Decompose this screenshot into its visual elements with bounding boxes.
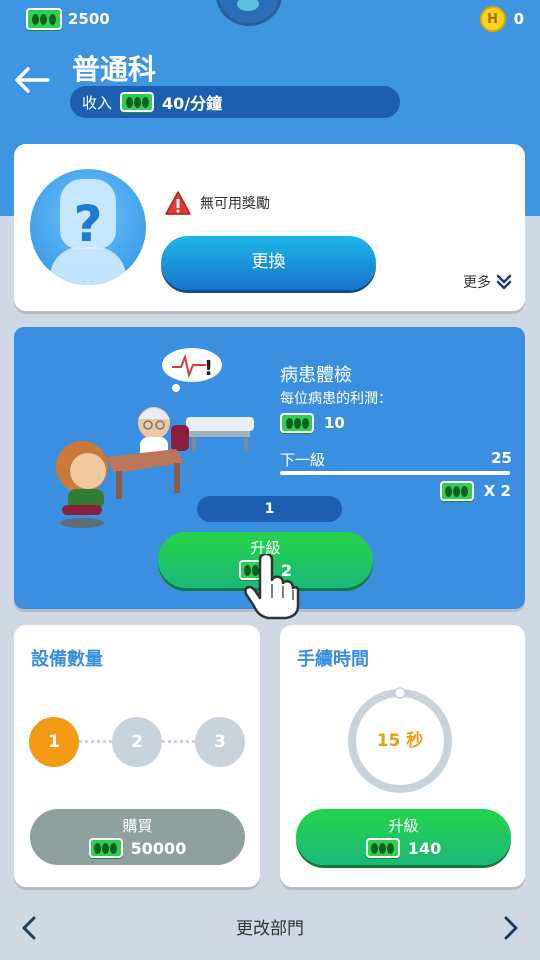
buy-cost-value: 50000 <box>130 838 187 858</box>
time-upgrade-label: 升級 <box>388 817 419 835</box>
equipment-level-2: 2 <box>112 717 162 767</box>
procedure-time-title: 手續時間 <box>297 649 369 670</box>
manager-card: ? 無可用獎勵 更換 更多 <box>14 144 525 311</box>
profit-row: 10 <box>280 413 345 433</box>
buy-cost: 50000 <box>30 838 245 858</box>
time-upgrade-button[interactable]: 升級 140 <box>296 809 511 865</box>
income-label: 收入 <box>82 93 113 112</box>
cash-icon <box>365 838 400 858</box>
previous-department-button[interactable] <box>12 908 48 948</box>
no-reward-text: 無可用獎勵 <box>200 196 270 212</box>
cash-icon <box>280 413 314 433</box>
pointer-hand-icon <box>244 554 300 620</box>
multiplier-value: X 2 <box>483 482 511 500</box>
multiplier-row: X 2 <box>439 481 511 501</box>
more-label: 更多 <box>463 275 491 291</box>
change-manager-button[interactable]: 更換 <box>161 236 376 290</box>
next-level-value: 25 <box>491 449 512 467</box>
manager-avatar[interactable]: ? <box>30 169 146 285</box>
treatment-level: 1 <box>197 496 342 522</box>
income-bar: 收入 40/分鐘 <box>70 86 400 118</box>
change-department-label[interactable]: 更改部門 <box>170 914 370 939</box>
cash-counter: 2500 <box>26 8 110 30</box>
next-level-label: 下一級 <box>280 451 326 469</box>
equipment-title: 設備數量 <box>31 649 103 670</box>
procedure-time-value: 15 秒 <box>376 731 424 751</box>
cash-icon <box>88 838 123 858</box>
treatment-name: 病患體檢 <box>280 365 352 386</box>
department-title: 普通科 <box>72 53 157 86</box>
coin-counter: H 0 <box>479 6 524 32</box>
time-upgrade-cost: 140 <box>296 838 511 858</box>
cash-amount: 2500 <box>68 10 110 28</box>
equipment-card: 設備數量 1 2 3 購買 50000 <box>14 625 260 887</box>
level-connector <box>162 740 195 744</box>
procedure-time-card: 手續時間 15 秒 升級 140 <box>280 625 525 887</box>
profit-value: 10 <box>324 414 345 432</box>
cash-icon <box>120 92 155 112</box>
next-department-button[interactable] <box>492 908 528 948</box>
no-reward-notice: 無可用獎勵 <box>164 190 270 216</box>
question-mark: ? <box>73 195 103 253</box>
arrow-left-icon <box>15 67 50 93</box>
chevron-right-icon <box>504 916 518 940</box>
equipment-level-3: 3 <box>195 717 245 767</box>
more-link[interactable]: 更多 <box>463 272 513 292</box>
coin-icon: H <box>479 6 506 32</box>
level-connector <box>79 740 112 744</box>
cash-icon <box>439 481 474 501</box>
coin-amount: 0 <box>513 10 524 28</box>
time-upgrade-cost-value: 140 <box>407 838 442 858</box>
double-chevron-down-icon <box>496 274 512 290</box>
buy-equipment-button[interactable]: 購買 50000 <box>30 809 245 865</box>
svg-text:!: ! <box>204 356 213 380</box>
warning-icon <box>165 191 191 215</box>
buy-label: 購買 <box>122 817 153 835</box>
next-level-progress-bar <box>280 471 510 475</box>
cash-icon <box>26 8 62 30</box>
next-level-row: 下一級 25 <box>280 449 512 470</box>
profit-label: 每位病患的利潤： <box>280 391 392 407</box>
equipment-level-track: 1 2 3 <box>29 717 245 767</box>
chevron-left-icon <box>22 916 36 940</box>
back-button[interactable] <box>12 62 52 98</box>
equipment-level-1: 1 <box>29 717 79 767</box>
income-value: 40/分鐘 <box>162 94 223 113</box>
